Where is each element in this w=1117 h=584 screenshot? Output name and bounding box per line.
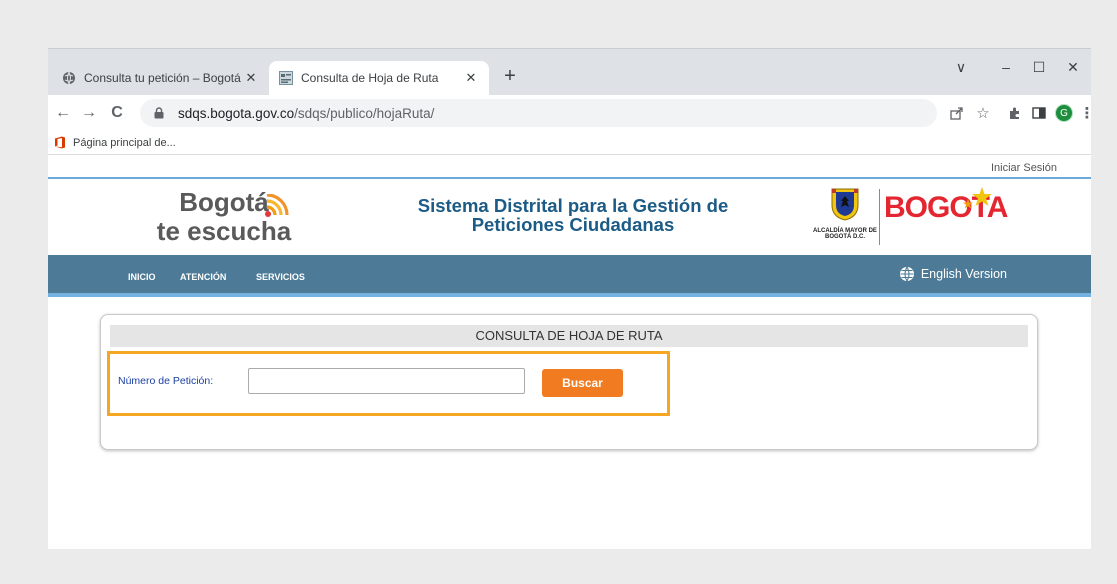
web-page: Iniciar Sesión Bogotá te escucha Sistema…: [48, 156, 1091, 549]
search-button[interactable]: Buscar: [542, 369, 623, 397]
tab-title: Consulta tu petición – Bogotá te escucha: [84, 71, 243, 85]
office-icon: [54, 136, 66, 149]
english-version-label: English Version: [920, 267, 1007, 281]
system-title: Sistema Distrital para la Gestión de Pet…: [417, 195, 729, 235]
reload-button[interactable]: C: [106, 102, 128, 124]
minimize-button[interactable]: –: [991, 57, 1021, 77]
signal-waves-icon: [264, 193, 290, 223]
browser-window: Consulta tu petición – Bogotá te escucha…: [48, 48, 1095, 549]
tab-close-icon[interactable]: ✕: [463, 70, 479, 86]
main-navigation: INICIO ATENCIÓN SERVICIOS English Versio…: [48, 255, 1091, 297]
nav-item-inicio[interactable]: INICIO: [128, 272, 156, 282]
seal-caption: ALCALDÍA MAYOR DE BOGOTÁ D.C.: [813, 228, 877, 240]
close-window-button[interactable]: ✕: [1058, 57, 1088, 77]
lock-icon[interactable]: [154, 107, 170, 119]
alcaldia-seal: ALCALDÍA MAYOR DE BOGOTÁ D.C.: [812, 187, 878, 240]
tab-title: Consulta de Hoja de Ruta: [301, 71, 439, 85]
share-icon[interactable]: [946, 102, 968, 124]
route-query-panel: CONSULTA DE HOJA DE RUTA Número de Petic…: [100, 314, 1038, 450]
tab-strip: Consulta tu petición – Bogotá te escucha…: [48, 49, 1091, 95]
sidepanel-icon[interactable]: [1028, 102, 1050, 124]
logo-line1: Bogotá: [179, 187, 269, 217]
profile-avatar[interactable]: G: [1055, 104, 1073, 122]
tab-close-icon[interactable]: ✕: [243, 70, 259, 86]
tab-hoja-de-ruta[interactable]: Consulta de Hoja de Ruta ✕: [269, 61, 489, 95]
back-button[interactable]: ←: [52, 102, 74, 124]
logo-divider: [879, 189, 880, 245]
browser-toolbar: ← → C sdqs.bogota.gov.co/sdqs/publico/ho…: [48, 95, 1095, 131]
menu-icon[interactable]: ⋮: [1076, 102, 1098, 124]
nav-item-atencion[interactable]: ATENCIÓN: [180, 272, 226, 282]
new-tab-button[interactable]: +: [498, 64, 522, 88]
extensions-icon[interactable]: [1004, 102, 1026, 124]
login-link[interactable]: Iniciar Sesión: [991, 162, 1057, 174]
globe-icon: [62, 71, 76, 85]
address-bar[interactable]: sdqs.bogota.gov.co/sdqs/publico/hojaRuta…: [140, 99, 937, 127]
english-version-link[interactable]: English Version: [899, 266, 1007, 282]
site-favicon: [279, 71, 293, 85]
maximize-button[interactable]: ☐: [1024, 57, 1054, 77]
forward-button[interactable]: →: [78, 102, 100, 124]
panel-title: CONSULTA DE HOJA DE RUTA: [110, 325, 1028, 347]
globe-icon: [899, 266, 915, 282]
url-host: sdqs.bogota.gov.co: [178, 105, 295, 121]
search-highlight-frame: Número de Petición: Buscar: [107, 351, 670, 416]
stars-icon: [958, 186, 994, 221]
tab-consulta-peticion[interactable]: Consulta tu petición – Bogotá te escucha…: [52, 61, 269, 95]
petition-number-input[interactable]: [248, 368, 525, 394]
bookmark-item[interactable]: Página principal de...: [73, 137, 176, 149]
petition-number-label: Número de Petición:: [118, 375, 214, 387]
tab-search-button[interactable]: ∨: [946, 57, 976, 77]
star-icon[interactable]: ☆: [972, 102, 994, 124]
bookmarks-bar: Página principal de...: [48, 131, 1091, 155]
nav-item-servicios[interactable]: SERVICIOS: [256, 272, 305, 282]
login-bar: Iniciar Sesión: [48, 156, 1091, 179]
url-path: /sdqs/publico/hojaRuta/: [294, 105, 435, 121]
